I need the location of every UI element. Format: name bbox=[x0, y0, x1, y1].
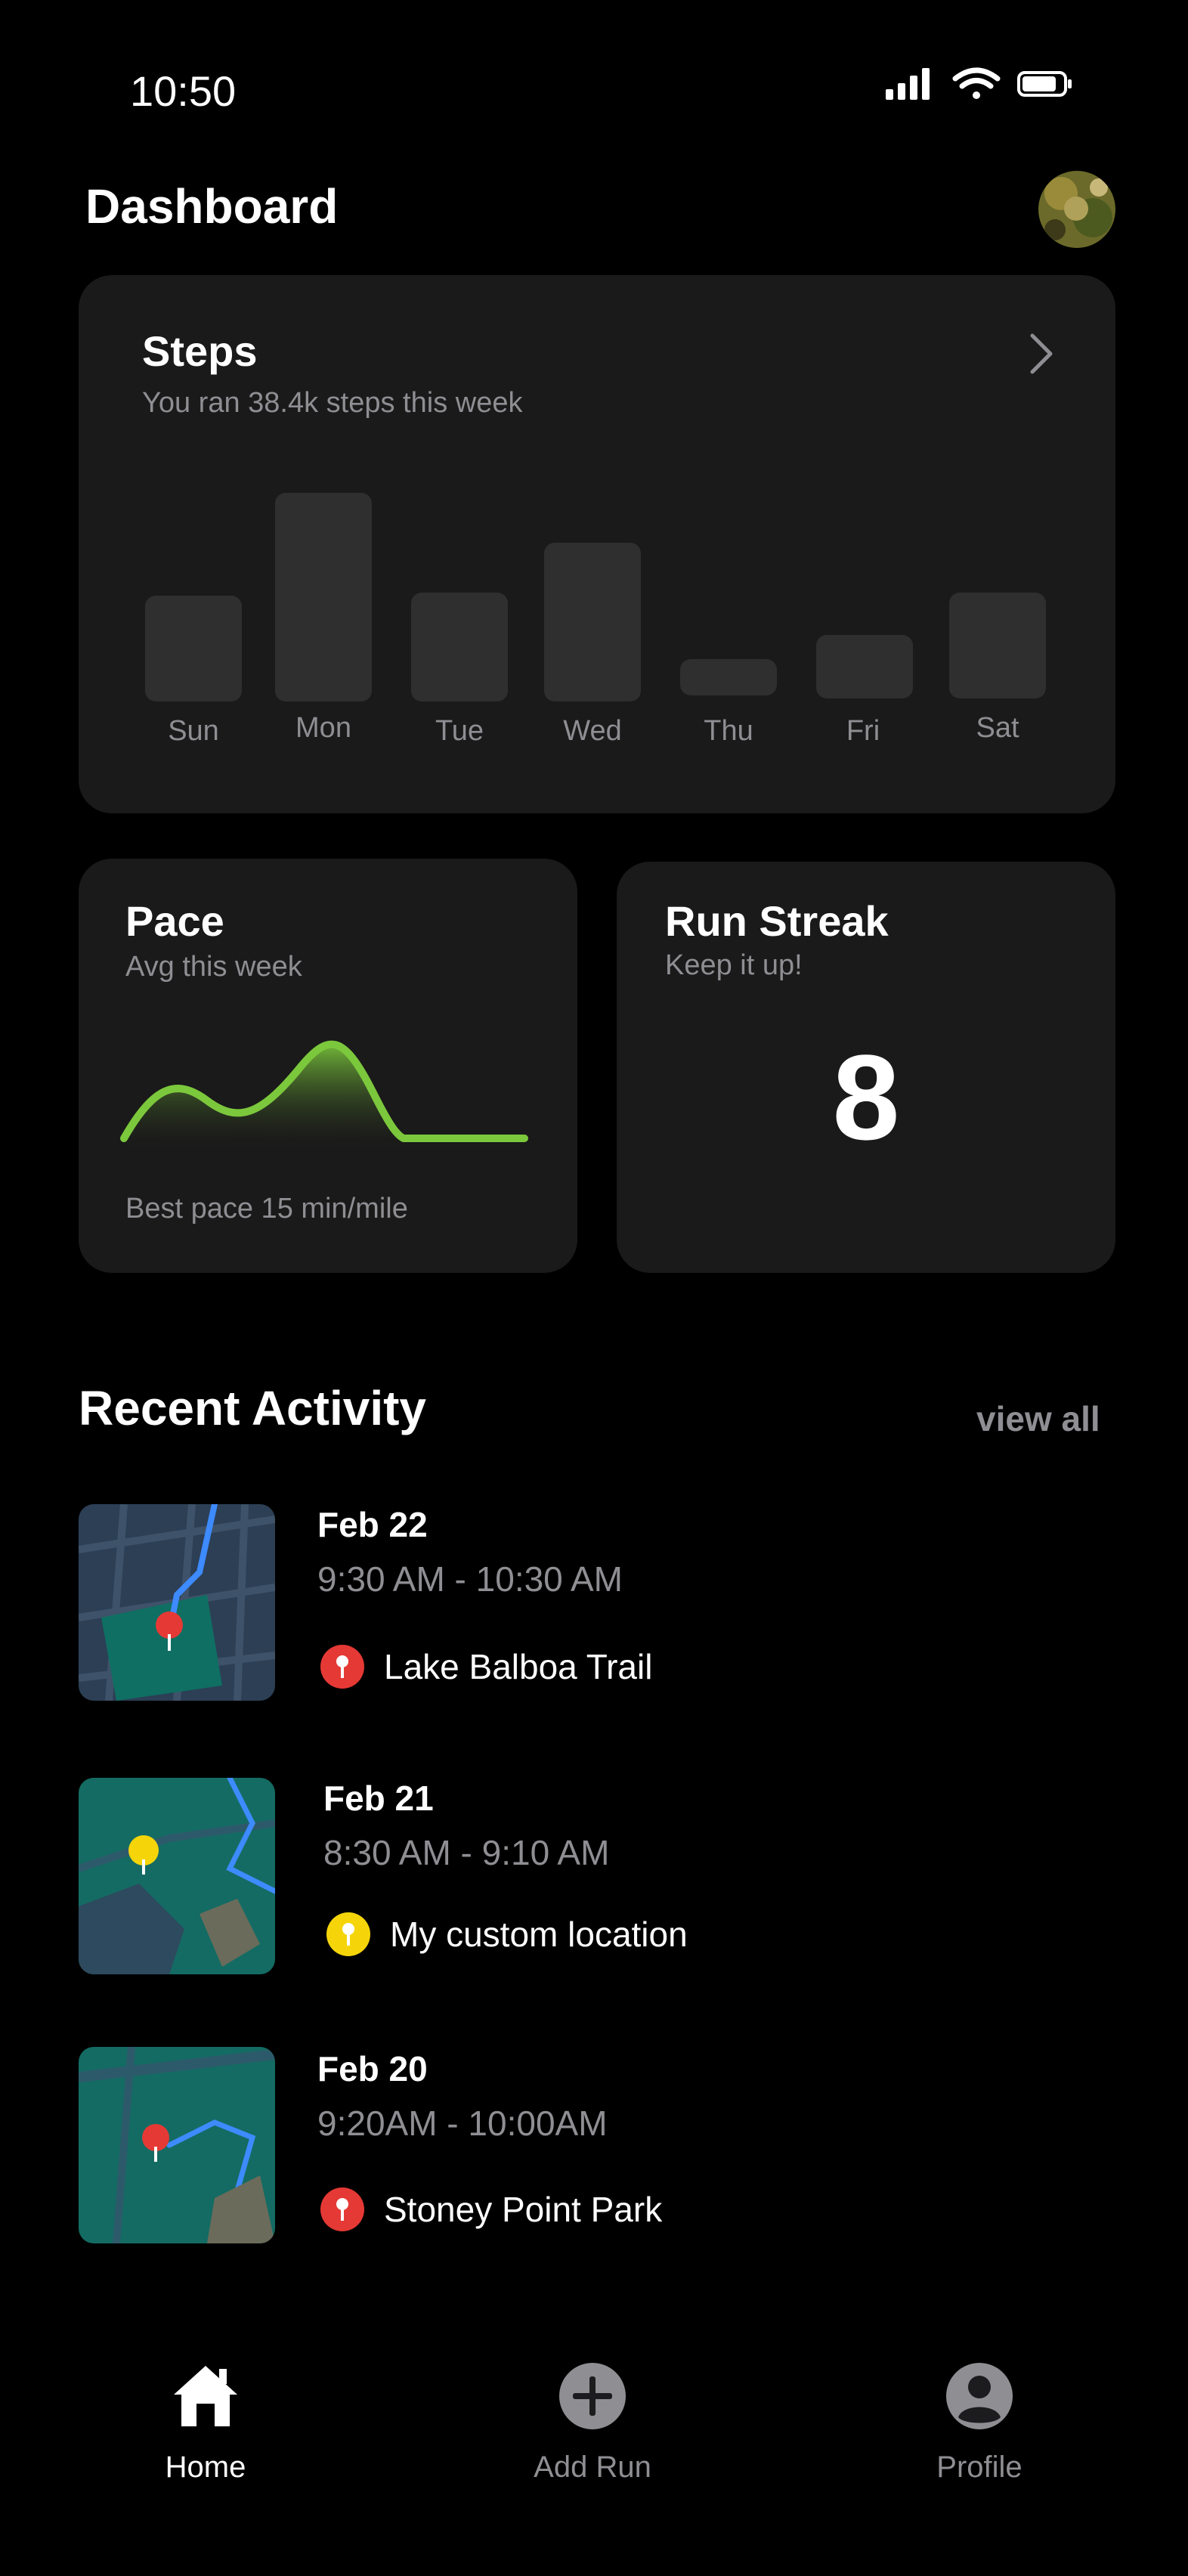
activity-date: Feb 20 bbox=[317, 2049, 428, 2088]
steps-title: Steps bbox=[142, 327, 258, 375]
tab-home[interactable]: Home bbox=[107, 2361, 304, 2484]
map-thumbnail bbox=[79, 1504, 275, 1701]
steps-card[interactable]: Steps You ran 38.4k steps this week Sun … bbox=[79, 275, 1115, 813]
steps-bar-sun bbox=[145, 596, 242, 701]
tab-label-add-run: Add Run bbox=[534, 2451, 651, 2484]
steps-bar-sat bbox=[949, 593, 1046, 698]
wifi-icon bbox=[952, 67, 1001, 99]
list-item[interactable]: Feb 22 9:30 AM - 10:30 AM Lake Balboa Tr… bbox=[79, 1504, 1115, 1704]
status-icons bbox=[886, 63, 1082, 104]
streak-subtitle: Keep it up! bbox=[665, 949, 803, 981]
activity-location: Lake Balboa Trail bbox=[384, 1647, 653, 1686]
steps-bar-tue bbox=[411, 593, 508, 701]
activity-date: Feb 22 bbox=[317, 1505, 428, 1544]
day-label-fri: Fri bbox=[846, 715, 880, 747]
page-title: Dashboard bbox=[85, 179, 339, 234]
day-label-tue: Tue bbox=[435, 715, 484, 747]
day-label-wed: Wed bbox=[563, 715, 622, 747]
cellular-signal-icon bbox=[886, 68, 930, 100]
activity-time: 8:30 AM - 9:10 AM bbox=[323, 1833, 610, 1872]
streak-title: Run Streak bbox=[665, 897, 889, 945]
steps-bar-mon bbox=[275, 493, 372, 701]
list-item[interactable]: Feb 21 8:30 AM - 9:10 AM My custom locat… bbox=[79, 1778, 1115, 1977]
view-all-link[interactable]: view all bbox=[976, 1398, 1100, 1439]
avatar[interactable] bbox=[1038, 171, 1115, 248]
day-label-thu: Thu bbox=[704, 715, 753, 747]
tab-profile[interactable]: Profile bbox=[881, 2361, 1078, 2484]
list-item[interactable]: Feb 20 9:20AM - 10:00AM Stoney Point Par… bbox=[79, 2047, 1115, 2246]
pace-title: Pace bbox=[125, 897, 224, 945]
steps-subtitle: You ran 38.4k steps this week bbox=[142, 387, 523, 419]
activity-date: Feb 21 bbox=[323, 1779, 434, 1818]
location-pin-icon bbox=[320, 1645, 364, 1689]
person-circle-icon bbox=[945, 2361, 1014, 2431]
pace-subtitle: Avg this week bbox=[125, 951, 302, 983]
activity-location: Stoney Point Park bbox=[384, 2190, 663, 2229]
steps-bar-fri bbox=[816, 635, 913, 698]
activity-time: 9:20AM - 10:00AM bbox=[317, 2104, 608, 2143]
tab-add-run[interactable]: Add Run bbox=[494, 2361, 691, 2484]
section-title-recent-activity: Recent Activity bbox=[79, 1381, 426, 1435]
day-label-sun: Sun bbox=[168, 715, 219, 747]
map-thumbnail bbox=[79, 2047, 275, 2243]
location-pin-icon bbox=[320, 2187, 364, 2231]
tab-label-home: Home bbox=[165, 2451, 246, 2484]
map-thumbnail bbox=[79, 1778, 275, 1974]
run-streak-card[interactable]: Run Streak Keep it up! 8 bbox=[617, 862, 1115, 1273]
pace-sparkline bbox=[116, 1002, 540, 1184]
battery-icon bbox=[1017, 71, 1072, 97]
activity-time: 9:30 AM - 10:30 AM bbox=[317, 1559, 623, 1599]
streak-value: 8 bbox=[832, 1029, 900, 1165]
chevron-right-icon[interactable] bbox=[1026, 331, 1057, 376]
steps-bar-wed bbox=[544, 543, 641, 701]
steps-bar-thu bbox=[680, 659, 777, 695]
home-icon bbox=[171, 2361, 240, 2431]
tab-label-profile: Profile bbox=[936, 2451, 1022, 2484]
pace-footer: Best pace 15 min/mile bbox=[125, 1193, 408, 1225]
pace-card[interactable]: Pace Avg this week Best pace 15 min/mile bbox=[79, 859, 577, 1273]
location-pin-icon bbox=[326, 1912, 370, 1956]
day-label-mon: Mon bbox=[295, 712, 351, 744]
status-time: 10:50 bbox=[130, 67, 237, 115]
add-circle-icon bbox=[558, 2361, 627, 2431]
day-label-sat: Sat bbox=[976, 712, 1019, 744]
activity-location: My custom location bbox=[390, 1915, 688, 1954]
